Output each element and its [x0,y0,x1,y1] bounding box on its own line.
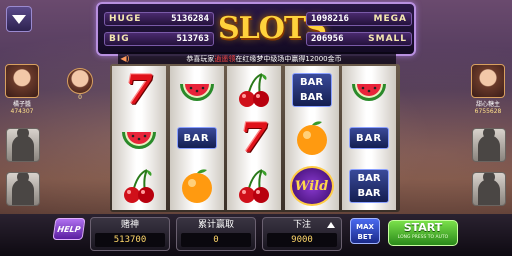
reel-cell [170,66,224,114]
slot-reels: 7 BAR 7 BAR BAR Wild BAR BAR BAR [110,64,400,212]
reel-cell [112,114,166,162]
max-bet-button[interactable]: MAX BET [350,218,380,244]
maxbet-line1: MAX [356,223,374,231]
jackpot-huge-value: 5136284 [171,14,209,24]
maxbet-line2: BET [357,233,373,241]
ticker-prefix: 恭喜玩家 [186,54,215,63]
bet-up-arrow-icon[interactable] [327,222,335,228]
jackpot-huge-label: HUGE [109,14,142,24]
start-sublabel: LONG PRESS TO AUTO [397,235,449,240]
player-coins: 0 [78,94,82,101]
empty-seat-left-middle[interactable] [6,128,40,162]
jackpot-big-label: BIG [109,34,130,44]
reel-1: 7 [112,66,166,210]
empty-seat-right-bottom[interactable] [472,172,506,206]
empty-seat-right-middle[interactable] [472,128,506,162]
reel-cell: BAR BAR [342,162,396,210]
watermelon-symbol-icon [349,70,389,110]
wild-symbol-icon: Wild [289,166,334,206]
menu-dropdown-button[interactable] [6,6,32,32]
user-silhouette-icon [478,173,500,205]
player-left-top[interactable]: 橘子醬 474307 [4,64,40,115]
user-silhouette-icon [12,129,34,161]
reel-cell [227,162,281,210]
stat-total-win: 累计赢取 0 [176,217,256,251]
reel-cell [342,66,396,114]
player-avatar [67,68,93,94]
reel-cell [285,114,339,162]
start-label: START [403,221,443,234]
reel-4: BAR BAR Wild [284,66,339,210]
cherry-symbol-icon [234,166,274,206]
stat-value: 0 [181,233,251,247]
player-name: 甜心糖主 [475,101,500,108]
seven-symbol-icon: 7 [125,66,153,114]
cherry-symbol-icon [119,166,159,206]
jackpot-huge: HUGE 5136284 [104,12,214,26]
reel-cell: 7 [112,66,166,114]
ticker-suffix: 在红缘梦中级场中赢得12000金币 [235,54,342,63]
jackpot-header: HUGE 5136284 BIG 513763 SLOTS 1098216 ME… [96,2,416,56]
stat-title: 累计赢取 [197,220,234,230]
reel-cell [112,162,166,210]
player-left-round[interactable]: 0 [62,68,98,101]
reel-3: 7 [227,66,281,210]
bar-symbol-icon: BAR [349,127,389,149]
stat-player-name: 赌神 513700 [90,217,170,251]
jackpot-big-value: 513763 [176,34,209,44]
stat-bet[interactable]: 下注 9000 [262,217,342,251]
start-spin-button[interactable]: START LONG PRESS TO AUTO [388,220,458,246]
jackpot-small: 206956 SMALL [306,32,412,46]
empty-seat-left-bottom[interactable] [6,172,40,206]
player-right-top[interactable]: 甜心糖主 6755628 [470,64,506,115]
speaker-icon: ◀) [120,54,130,63]
ticker-player-name: 逍遥领 [214,54,236,63]
cherry-symbol-icon [234,70,274,110]
double-bar-symbol-icon: BAR BAR [349,169,389,203]
double-bar-symbol-icon: BAR BAR [291,73,332,107]
seven-symbol-icon: 7 [240,114,268,162]
slots-logo: SLOTS [218,11,327,46]
reel-cell: Wild [285,162,339,210]
bar-symbol-icon: BAR [176,127,217,149]
reel-cell: BAR [170,114,224,162]
chevron-down-icon [12,14,26,24]
jackpot-mega-value: 1098216 [311,14,349,24]
player-avatar [471,64,505,98]
orange-symbol-icon [177,166,217,206]
orange-symbol-icon [292,118,332,158]
jackpot-small-label: SMALL [368,34,407,44]
reel-cell [170,162,224,210]
jackpot-mega: 1098216 MEGA [306,12,412,26]
help-button[interactable]: HELP [52,218,86,240]
reel-cell: BAR [342,114,396,162]
reel-5: BAR BAR BAR [342,66,396,210]
stat-title: 赌神 [120,220,139,230]
reel-cell [227,66,281,114]
jackpot-small-value: 206956 [311,34,344,44]
user-silhouette-icon [478,129,500,161]
stat-value: 513700 [95,233,165,247]
player-coins: 474307 [10,108,34,115]
player-name: 橘子醬 [12,101,31,108]
reel-cell: BAR BAR [285,66,339,114]
watermelon-symbol-icon [177,70,217,110]
player-avatar [5,64,39,98]
stat-value: 9000 [267,233,337,247]
player-coins: 6755628 [474,108,502,115]
watermelon-symbol-icon [119,118,159,158]
user-silhouette-icon [12,173,34,205]
reel-cell: 7 [227,114,281,162]
ticker-message: 恭喜玩家逍遥领在红缘梦中级场中赢得12000金币 [132,54,396,64]
reel-2: BAR [169,66,224,210]
jackpot-big: BIG 513763 [104,32,214,46]
jackpot-mega-label: MEGA [373,14,407,24]
